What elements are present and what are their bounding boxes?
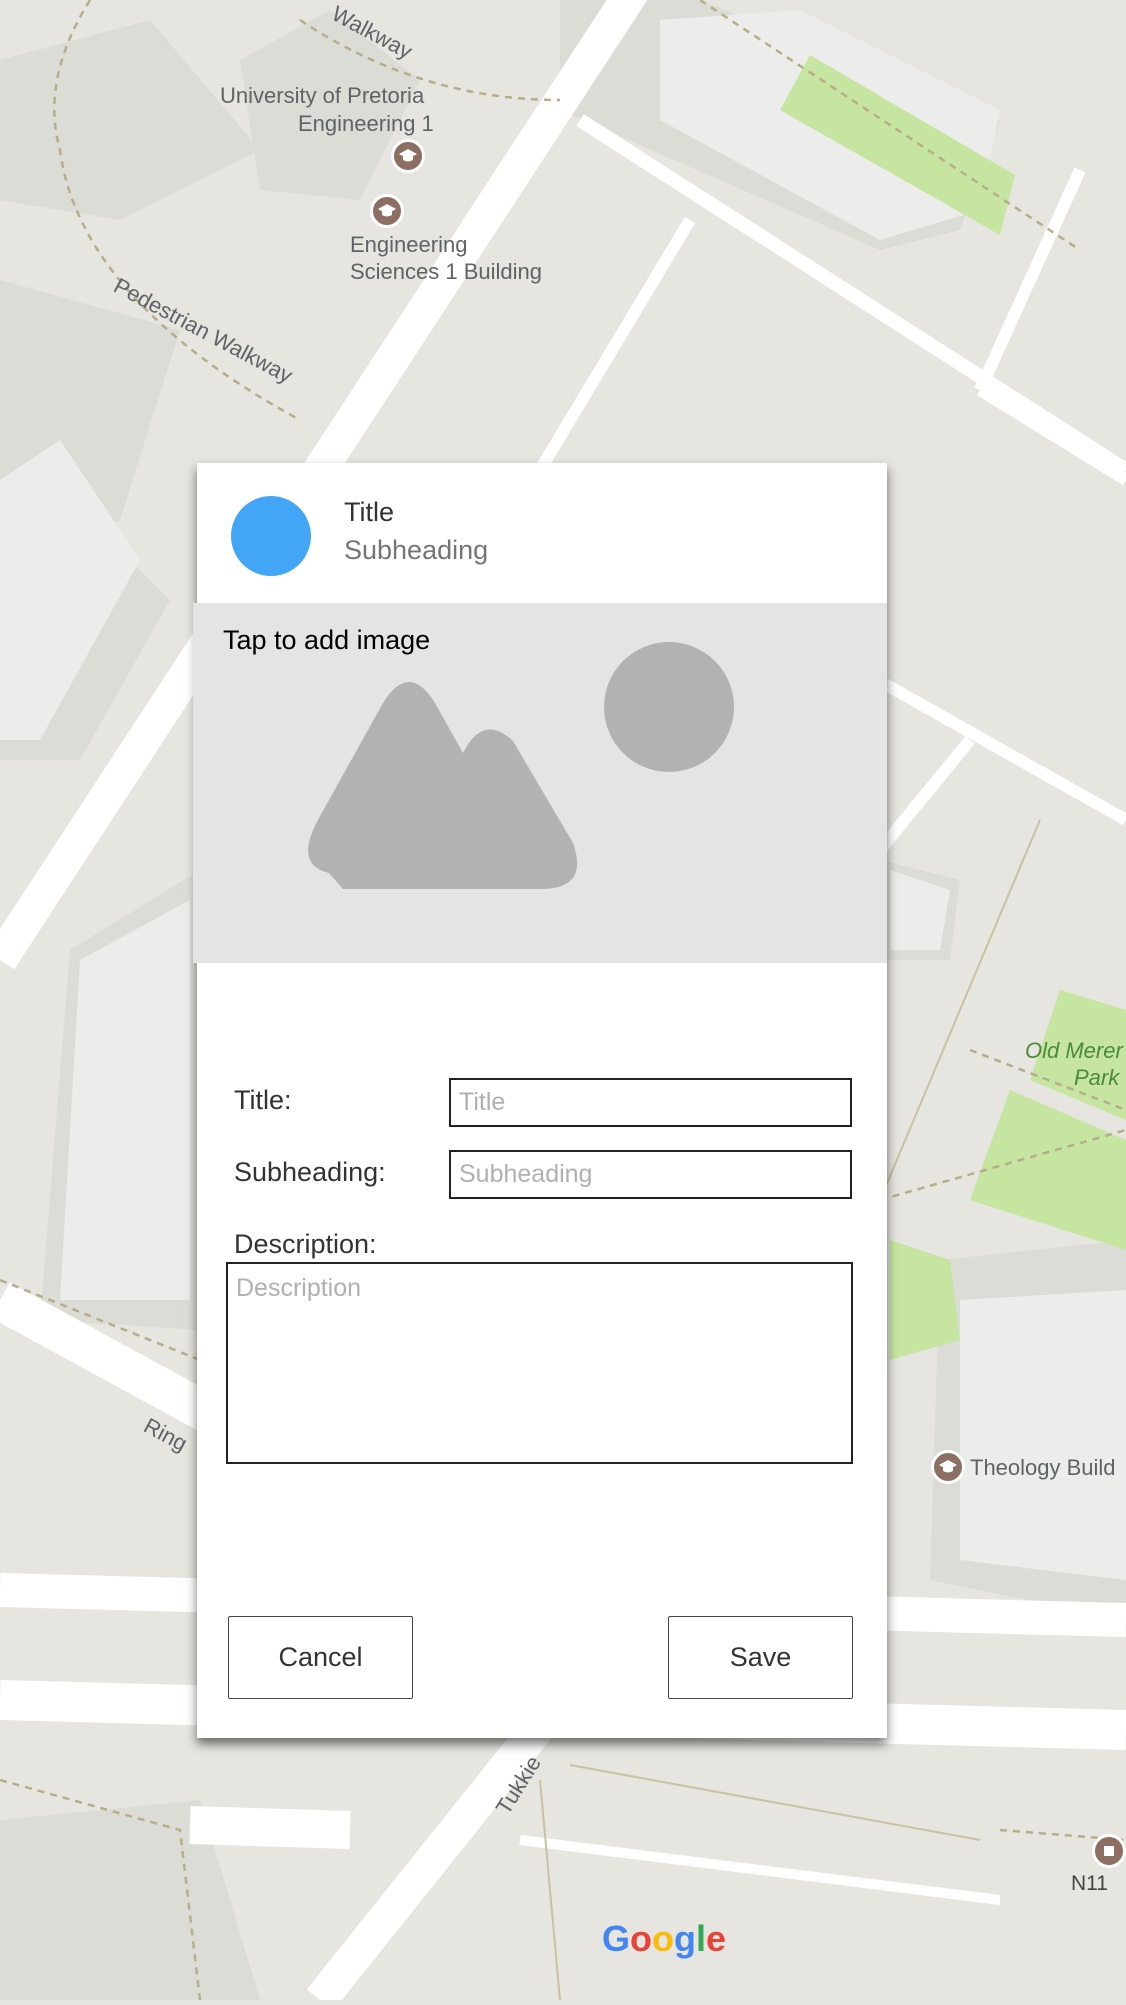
- google-logo: Google: [602, 1918, 727, 1959]
- card-title: Title: [344, 497, 395, 527]
- map-label-park-2: Park: [1074, 1065, 1120, 1090]
- bus-stop-icon[interactable]: [1092, 1834, 1126, 1868]
- description-label: Description:: [234, 1229, 377, 1259]
- map-label-park: Old Merer: [1025, 1038, 1123, 1063]
- graduation-cap-icon[interactable]: [370, 194, 404, 228]
- save-button[interactable]: Save: [668, 1616, 853, 1699]
- title-label: Title:: [234, 1085, 292, 1115]
- image-placeholder-icon: [308, 642, 734, 889]
- map-label-theology: Theology Build: [970, 1455, 1116, 1480]
- map-label-engineering-1: Engineering 1: [298, 111, 434, 136]
- map-label-university: University of Pretoria: [220, 83, 425, 108]
- edit-card-dialog: Title Subheading Tap to add image Title:…: [193, 463, 887, 1738]
- graduation-cap-icon[interactable]: [391, 139, 425, 173]
- avatar: [231, 496, 311, 576]
- subheading-label: Subheading:: [234, 1157, 386, 1187]
- description-textarea[interactable]: [226, 1262, 853, 1464]
- title-input[interactable]: [449, 1078, 852, 1127]
- card-header: Title Subheading: [197, 463, 887, 603]
- map-label-engineering: Engineering: [350, 232, 468, 257]
- graduation-cap-icon[interactable]: [931, 1450, 965, 1484]
- cancel-button[interactable]: Cancel: [228, 1616, 413, 1699]
- map-label-sciences-building: Sciences 1 Building: [350, 259, 543, 284]
- subheading-input[interactable]: [449, 1150, 852, 1199]
- add-image-area[interactable]: Tap to add image: [193, 603, 887, 963]
- map-label-n11: N11: [1071, 1872, 1108, 1895]
- card-subheading: Subheading: [344, 535, 489, 565]
- image-prompt: Tap to add image: [223, 625, 431, 655]
